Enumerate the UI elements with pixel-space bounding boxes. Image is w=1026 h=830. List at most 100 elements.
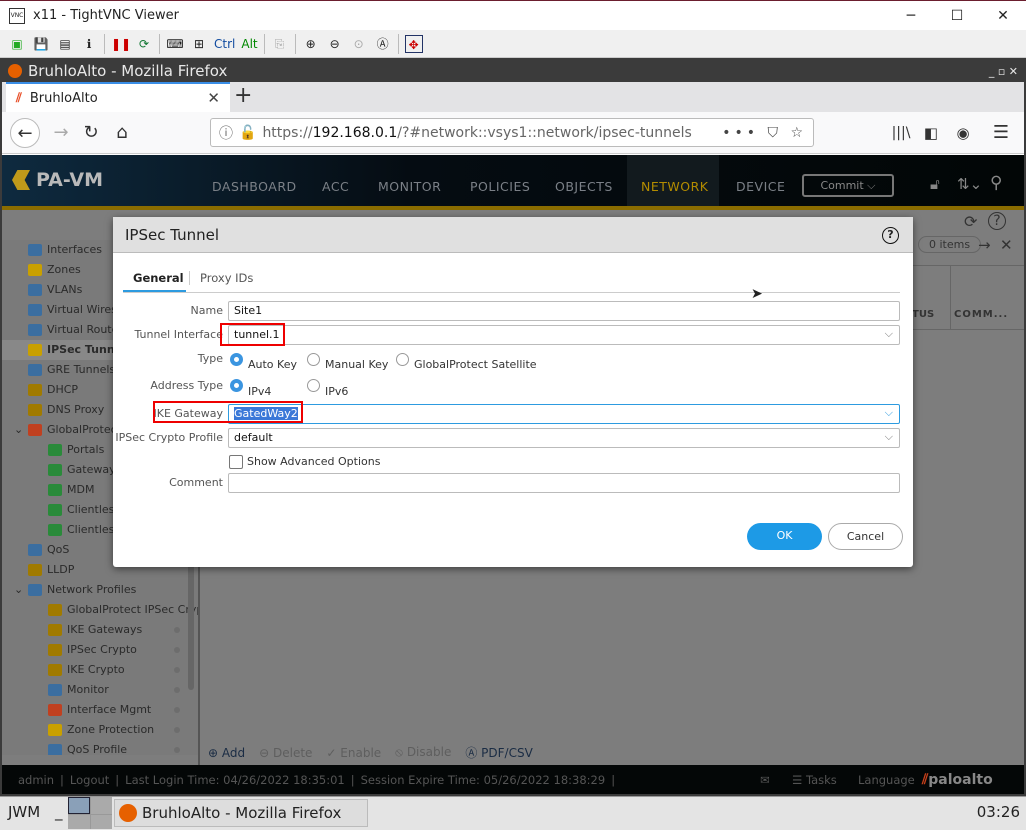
nav-objects[interactable]: OBJECTS bbox=[543, 155, 625, 206]
sidebar-item-ike-gateways[interactable]: IKE Gateways bbox=[48, 620, 142, 640]
maximize-button[interactable]: ☐ bbox=[934, 1, 980, 31]
help-icon[interactable]: ? bbox=[882, 227, 899, 244]
sidebar-icon[interactable]: ◧ bbox=[916, 118, 946, 148]
tunnel-interface-select[interactable]: tunnel.1 ⌵ bbox=[228, 325, 900, 345]
sidebar-item-dns-proxy[interactable]: DNS Proxy bbox=[28, 400, 104, 420]
nav-dashboard[interactable]: DASHBOARD bbox=[200, 155, 309, 206]
commit-button[interactable]: Commit ⌵ bbox=[802, 174, 894, 197]
taskbar-firefox[interactable]: BruhloAlto - Mozilla Firefox bbox=[114, 799, 368, 827]
radio-manual-key[interactable] bbox=[307, 353, 320, 366]
windows-key-icon[interactable]: ⊞ bbox=[190, 35, 208, 53]
desktop-3[interactable] bbox=[68, 814, 90, 829]
nav-device[interactable]: DEVICE bbox=[724, 155, 797, 206]
pdf-csv-button[interactable]: Ⓐ PDF/CSV bbox=[465, 744, 532, 761]
sidebar-item-gre-tunnels[interactable]: GRE Tunnels bbox=[28, 360, 115, 380]
add-button[interactable]: ⊕ Add bbox=[208, 746, 245, 760]
radio-ipv4[interactable] bbox=[230, 379, 243, 392]
sidebar-item-gateways[interactable]: Gateways bbox=[48, 460, 121, 480]
ctrl-button[interactable]: Ctrl bbox=[214, 37, 235, 51]
desktop-2[interactable] bbox=[90, 797, 112, 814]
logout-link[interactable]: Logout bbox=[70, 773, 109, 787]
enable-button[interactable]: ✓ Enable bbox=[326, 746, 381, 760]
refresh-icon[interactable]: ⟳ bbox=[135, 35, 153, 53]
sidebar-item-ike-crypto[interactable]: IKE Crypto bbox=[48, 660, 125, 680]
nav-monitor[interactable]: MONITOR bbox=[366, 155, 453, 206]
cancel-button[interactable]: Cancel bbox=[828, 523, 903, 550]
sidebar-item-monitor[interactable]: Monitor bbox=[48, 680, 109, 700]
zoom-100-icon[interactable]: ⊙ bbox=[350, 35, 368, 53]
new-tab-icon[interactable]: + bbox=[234, 83, 252, 108]
forward-icon[interactable]: → bbox=[46, 118, 76, 148]
sidebar-item-globalprotect[interactable]: GlobalProtect bbox=[28, 420, 121, 440]
lock-icon[interactable]: 🔓︎ bbox=[930, 175, 940, 193]
sidebar-item-interface-mgmt[interactable]: Interface Mgmt bbox=[48, 700, 151, 720]
info-icon[interactable]: ℹ bbox=[80, 35, 98, 53]
sidebar-item-zones[interactable]: Zones bbox=[28, 260, 81, 280]
sidebar-item-zone-protection[interactable]: Zone Protection bbox=[48, 720, 154, 740]
sidebar-item-portals[interactable]: Portals bbox=[48, 440, 104, 460]
sidebar-item-network-profiles[interactable]: Network Profiles bbox=[28, 580, 136, 600]
radio-auto-key[interactable] bbox=[230, 353, 243, 366]
library-icon[interactable]: |||\ bbox=[886, 118, 916, 148]
account-icon[interactable]: ◉ bbox=[948, 118, 978, 148]
browser-tab[interactable]: ⫽ BruhloAlto ✕ bbox=[6, 82, 230, 112]
sidebar-item-virtual-wires[interactable]: Virtual Wires bbox=[28, 300, 117, 320]
sidebar-item-ipsec-crypto[interactable]: IPSec Crypto bbox=[48, 640, 137, 660]
mail-icon[interactable]: ✉ bbox=[760, 773, 770, 787]
ike-gateway-select[interactable]: GatedWay2 ⌵ bbox=[228, 404, 900, 424]
back-icon[interactable]: ← bbox=[10, 118, 40, 148]
sidebar-item-dhcp[interactable]: DHCP bbox=[28, 380, 78, 400]
alt-button[interactable]: Alt bbox=[241, 37, 257, 51]
pager[interactable] bbox=[68, 797, 112, 829]
advanced-options-checkbox[interactable] bbox=[229, 455, 243, 469]
sidebar-item-mdm[interactable]: MDM bbox=[48, 480, 94, 500]
ok-button[interactable]: OK bbox=[747, 523, 822, 550]
close-tab-icon[interactable]: ✕ bbox=[207, 89, 220, 107]
desktop-1[interactable] bbox=[68, 797, 90, 814]
column-status[interactable]: TUS bbox=[912, 309, 934, 320]
refresh-icon[interactable]: ⟳ bbox=[964, 212, 977, 231]
home-icon[interactable]: ⌂ bbox=[107, 118, 137, 148]
expand-chevron-icon[interactable]: ⌄ bbox=[14, 420, 23, 440]
delete-button[interactable]: ⊖ Delete bbox=[259, 746, 312, 760]
search-icon[interactable]: ⚲ bbox=[990, 173, 1002, 193]
comment-input[interactable] bbox=[228, 473, 900, 493]
reload-icon[interactable]: ↻ bbox=[76, 118, 106, 148]
url-bar[interactable]: ⓘ 🔓 https://192.168.0.1/?#network::vsys1… bbox=[210, 118, 814, 147]
name-input[interactable]: Site1 bbox=[228, 301, 900, 321]
radio-globalprotect-satellite[interactable] bbox=[396, 353, 409, 366]
ctrl-alt-del-icon[interactable]: ⌨ bbox=[166, 35, 184, 53]
column-comment[interactable]: COMM... bbox=[954, 309, 1008, 320]
help-icon[interactable]: ? bbox=[988, 212, 1006, 230]
ipsec-crypto-profile-select[interactable]: default ⌵ bbox=[228, 428, 900, 448]
zoom-out-icon[interactable]: ⊖ bbox=[326, 35, 344, 53]
desktop-4[interactable] bbox=[90, 814, 112, 829]
minimize-all[interactable]: _ bbox=[55, 803, 63, 821]
zoom-in-icon[interactable]: ⊕ bbox=[302, 35, 320, 53]
close-button[interactable]: ✕ bbox=[980, 1, 1026, 31]
nav-acc[interactable]: ACC bbox=[310, 155, 361, 206]
config-icon[interactable]: ⇅⌄ bbox=[957, 175, 982, 193]
new-connection-icon[interactable]: ▣ bbox=[8, 35, 26, 53]
language-button[interactable]: Language bbox=[858, 773, 915, 787]
tab-proxy-ids[interactable]: Proxy IDs bbox=[200, 271, 253, 285]
wm-menu[interactable]: JWM bbox=[8, 803, 40, 821]
clear-filter-icon[interactable]: ✕ bbox=[1000, 236, 1013, 254]
sidebar-scrollbar[interactable] bbox=[188, 550, 194, 690]
menu-icon[interactable]: ☰ bbox=[986, 118, 1016, 148]
sidebar-item-vlans[interactable]: VLANs bbox=[28, 280, 82, 300]
save-icon[interactable]: 💾 bbox=[32, 35, 50, 53]
clipboard-icon[interactable]: ⎘ bbox=[271, 35, 289, 53]
radio-ipv6[interactable] bbox=[307, 379, 320, 392]
sidebar-item-lldp[interactable]: LLDP bbox=[28, 560, 74, 580]
minimize-button[interactable]: ─ bbox=[888, 1, 934, 31]
expand-chevron-icon[interactable]: ⌄ bbox=[14, 580, 23, 600]
sidebar-item-qos-profile[interactable]: QoS Profile bbox=[48, 740, 127, 755]
options-icon[interactable]: ▤ bbox=[56, 35, 74, 53]
nav-network[interactable]: NETWORK bbox=[627, 155, 719, 206]
zoom-auto-icon[interactable]: Ⓐ bbox=[374, 35, 392, 53]
sidebar-item-interfaces[interactable]: Interfaces bbox=[28, 240, 102, 260]
sidebar-item-globalprotect-ipsec-crypto[interactable]: GlobalProtect IPSec Crypto bbox=[48, 600, 198, 620]
tab-general[interactable]: General bbox=[133, 271, 184, 285]
page-actions-icons[interactable]: ••• ⛉ ☆ bbox=[722, 125, 807, 141]
